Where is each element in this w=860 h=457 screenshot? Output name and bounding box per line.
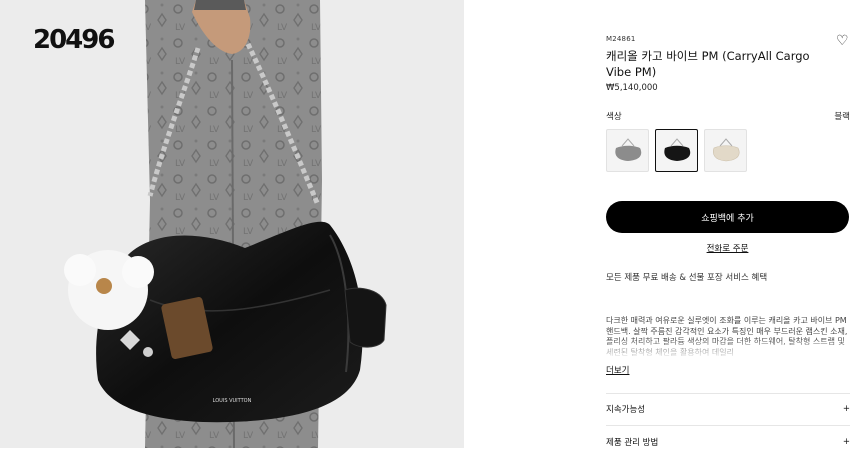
color-swatch-cream[interactable] — [704, 129, 747, 172]
selected-color-value: 블랙 — [834, 112, 850, 122]
phone-order-link[interactable]: 전화로 주문 — [606, 242, 849, 254]
plus-icon: + — [842, 404, 850, 414]
description-fade-overlay — [606, 338, 850, 360]
heart-icon[interactable]: ♡ — [836, 34, 850, 48]
product-image[interactable]: LV LOUIS VUITTON — [0, 0, 464, 448]
accordion-sustainability[interactable]: 지속가능성 + — [606, 394, 850, 424]
divider — [606, 425, 850, 426]
bag-thumbnail-black-icon — [663, 137, 690, 161]
bag-thumbnail-grey-icon — [614, 137, 641, 161]
product-info-panel: M24861 ♡ 캐리올 카고 바이브 PM (CarryAll Cargo V… — [606, 0, 850, 448]
benefits-text: 모든 제품 무료 배송 & 선물 포장 서비스 혜택 — [606, 273, 768, 283]
product-title: 캐리올 카고 바이브 PM (CarryAll Cargo Vibe PM) — [606, 49, 810, 79]
accordion-label: 제품 관리 방법 — [606, 438, 659, 448]
product-sku: M24861 — [606, 35, 636, 43]
plus-icon: + — [842, 437, 850, 447]
product-price: ₩5,140,000 — [606, 83, 658, 93]
svg-text:LOUIS VUITTON: LOUIS VUITTON — [213, 398, 252, 404]
color-swatch-list — [606, 129, 747, 172]
color-label: 색상 — [606, 112, 622, 122]
bag-thumbnail-cream-icon — [712, 137, 740, 161]
product-photo-illustration: LV LOUIS VUITTON — [64, 0, 387, 448]
read-more-link[interactable]: 더보기 — [606, 364, 629, 376]
color-swatch-grey[interactable] — [606, 129, 649, 172]
accordion-product-care[interactable]: 제품 관리 방법 + — [606, 427, 850, 457]
add-to-cart-button[interactable]: 쇼핑백에 추가 — [606, 201, 849, 233]
accordion-label: 지속가능성 — [606, 405, 646, 415]
color-swatch-black[interactable] — [655, 129, 698, 172]
watermark-text: 20496 — [33, 25, 115, 55]
